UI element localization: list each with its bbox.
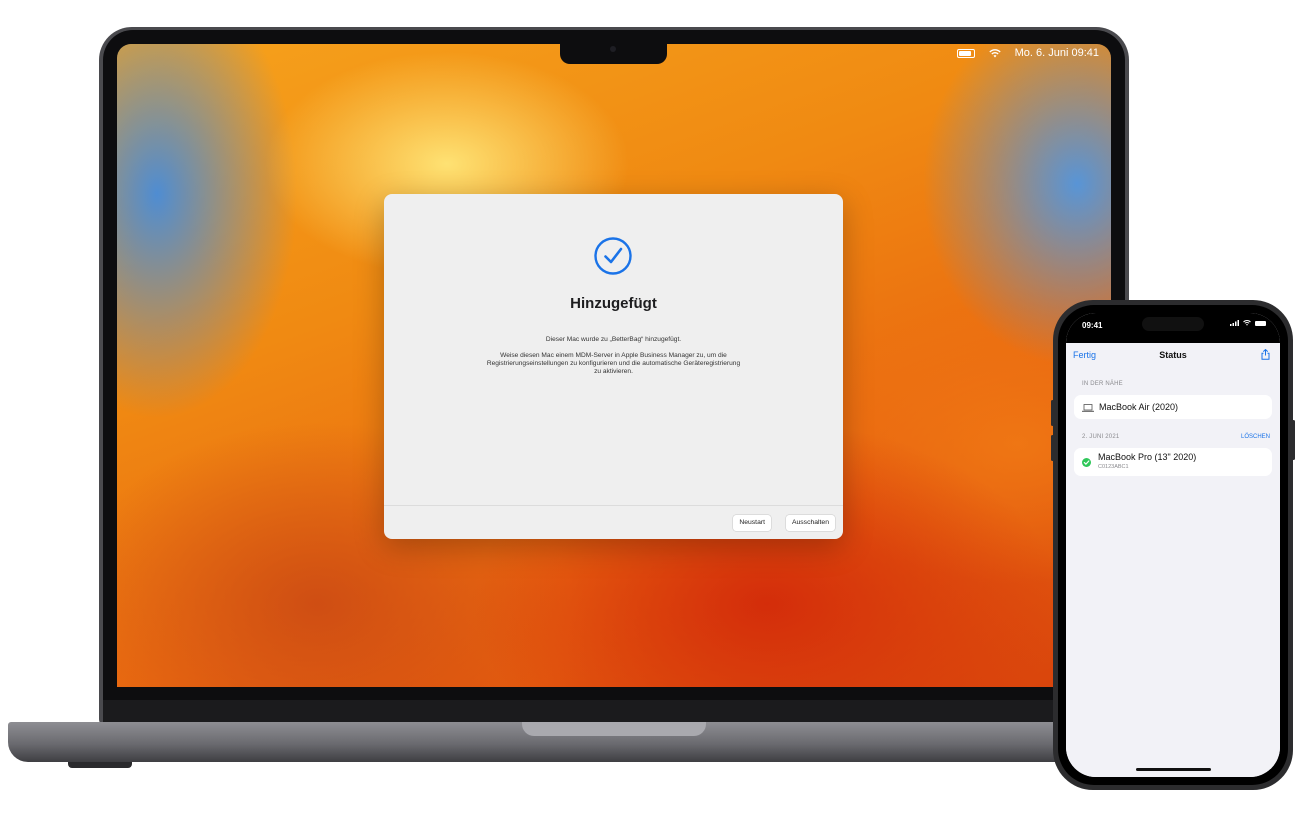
device-name: MacBook Air (2020) (1099, 402, 1179, 412)
wifi-icon (1243, 320, 1251, 326)
dialog-detail: Weise diesen Mac einem MDM-Server in App… (486, 352, 741, 375)
iphone-status-icons (1230, 320, 1266, 326)
wifi-icon[interactable] (988, 48, 1001, 58)
dialog-message: Dieser Mac wurde zu „BetterBag“ hinzugef… (545, 336, 682, 343)
setup-dialog: Hinzugefügt Dieser Mac wurde zu „BetterB… (384, 194, 843, 539)
nearby-section-header: IN DER NÄHE (1082, 381, 1123, 387)
green-checkmark-icon (1082, 458, 1091, 467)
dialog-title: Hinzugefügt (570, 295, 657, 312)
dialog-footer: Neustart Ausschalten (384, 505, 843, 539)
camera-icon (610, 46, 616, 52)
iphone-status-bar: 09:41 (1066, 313, 1280, 343)
share-icon[interactable] (1261, 349, 1270, 360)
shutdown-button[interactable]: Ausschalten (785, 515, 835, 531)
sheet-title: Status (1159, 350, 1187, 360)
device-serial: C0123ABC1 (1098, 464, 1129, 470)
menubar-clock[interactable]: Mo. 6. Juni 09:41 (1015, 47, 1099, 59)
home-indicator (1136, 768, 1211, 771)
list-item-history[interactable]: MacBook Pro (13" 2020) C0123ABC1 (1074, 448, 1272, 476)
battery-icon (1255, 320, 1266, 326)
checkmark-circle-icon (594, 237, 632, 275)
mac-screen: Mo. 6. Juni 09:41 Hinzugefügt Dieser Mac… (117, 44, 1111, 687)
clear-button[interactable]: LÖSCHEN (1241, 434, 1270, 440)
macbook-foot-left (68, 762, 132, 768)
list-item-nearby[interactable]: MacBook Air (2020) (1074, 395, 1272, 419)
dynamic-island (1142, 317, 1204, 331)
battery-icon[interactable] (956, 48, 975, 58)
mac-menubar: Mo. 6. Juni 09:41 (956, 47, 1099, 59)
status-sheet: Fertig Status IN DER NÄHE MacBook Air (2… (1066, 343, 1280, 777)
iphone-clock: 09:41 (1082, 321, 1103, 330)
iphone-screen: 09:41 Fertig Status IN DER NÄHE MacBook … (1066, 313, 1280, 777)
device-name: MacBook Pro (13" 2020) (1098, 452, 1197, 462)
macbook-hinge (103, 700, 1125, 722)
history-section-header: 2. JUNI 2021 (1082, 434, 1120, 440)
cellular-signal-icon (1230, 320, 1239, 326)
restart-button[interactable]: Neustart (733, 515, 771, 531)
macbook-base-notch (522, 722, 706, 736)
laptop-icon (1082, 404, 1094, 412)
